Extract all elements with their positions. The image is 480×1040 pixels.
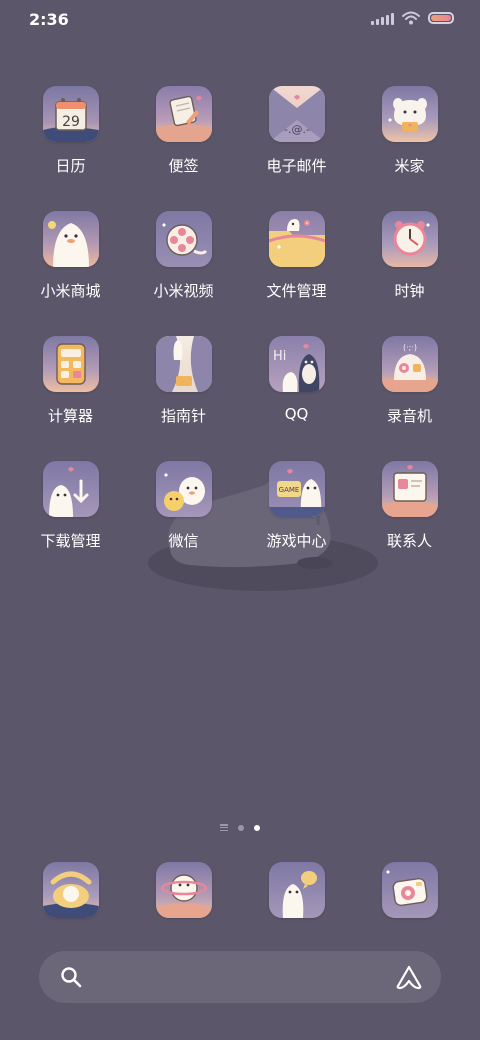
app-label: 录音机 bbox=[386, 407, 432, 425]
app-grid: 29 日历 便签 -.@.- 电子邮件 米家 小米商城 小米视频 文件管理 时钟… bbox=[14, 86, 466, 586]
signal-icon bbox=[371, 11, 394, 25]
file-manager-icon bbox=[268, 211, 325, 267]
wechat-icon bbox=[155, 461, 212, 517]
app-compass[interactable]: 指南针 bbox=[127, 336, 240, 461]
app-game-center[interactable]: GAME 游戏中心 bbox=[240, 461, 353, 586]
app-qq[interactable]: Hi QQ bbox=[240, 336, 353, 461]
mi-video-icon bbox=[155, 211, 212, 267]
messages-icon[interactable] bbox=[268, 862, 325, 918]
battery-icon bbox=[428, 12, 454, 24]
app-label: 时钟 bbox=[394, 282, 425, 300]
app-label: 文件管理 bbox=[266, 282, 327, 300]
calendar-icon: 29 bbox=[42, 86, 99, 142]
browser-icon[interactable] bbox=[155, 862, 212, 918]
app-label: 便签 bbox=[168, 157, 199, 175]
wifi-icon bbox=[402, 11, 420, 25]
battery-level bbox=[431, 15, 451, 21]
app-recorder[interactable]: (·;·) 录音机 bbox=[353, 336, 466, 461]
search-icon bbox=[61, 967, 82, 988]
app-label: 微信 bbox=[168, 532, 199, 550]
clock-icon bbox=[381, 211, 438, 267]
app-calendar[interactable]: 29 日历 bbox=[14, 86, 127, 211]
app-label: QQ bbox=[284, 405, 309, 423]
game-center-icon: GAME bbox=[268, 461, 325, 517]
compass-icon bbox=[155, 336, 212, 392]
status-bar: 2:36 bbox=[0, 0, 480, 40]
mijia-icon bbox=[381, 86, 438, 142]
svg-text:(·;·): (·;·) bbox=[402, 343, 416, 352]
qq-greeting: Hi bbox=[273, 349, 286, 364]
page-dot-2[interactable] bbox=[254, 824, 260, 831]
recorder-icon: (·;·) bbox=[381, 336, 438, 392]
app-label: 日历 bbox=[55, 157, 86, 175]
page-indicator-menu-icon bbox=[220, 824, 228, 831]
email-icon: -.@.- bbox=[268, 86, 325, 142]
app-label: 计算器 bbox=[47, 407, 93, 425]
app-label: 电子邮件 bbox=[266, 157, 327, 175]
contacts-icon bbox=[381, 461, 438, 517]
app-mijia[interactable]: 米家 bbox=[353, 86, 466, 211]
app-downloads[interactable]: 下载管理 bbox=[14, 461, 127, 586]
downloads-icon bbox=[42, 461, 99, 517]
camera-icon[interactable] bbox=[381, 862, 438, 918]
game-badge: GAME bbox=[278, 486, 299, 494]
app-calculator[interactable]: 计算器 bbox=[14, 336, 127, 461]
svg-text:-.@.-: -.@.- bbox=[284, 123, 310, 136]
qq-icon: Hi bbox=[268, 336, 325, 392]
app-label: 小米视频 bbox=[153, 282, 214, 300]
app-label: 下载管理 bbox=[40, 532, 101, 550]
app-label: 小米商城 bbox=[40, 282, 101, 300]
app-label: 指南针 bbox=[160, 407, 206, 425]
app-notes[interactable]: 便签 bbox=[127, 86, 240, 211]
app-email[interactable]: -.@.- 电子邮件 bbox=[240, 86, 353, 211]
app-wechat[interactable]: 微信 bbox=[127, 461, 240, 586]
dock bbox=[14, 862, 466, 918]
phone-icon[interactable] bbox=[42, 862, 99, 918]
app-mi-store[interactable]: 小米商城 bbox=[14, 211, 127, 336]
app-clock[interactable]: 时钟 bbox=[353, 211, 466, 336]
app-file-manager[interactable]: 文件管理 bbox=[240, 211, 353, 336]
search-bar[interactable] bbox=[39, 951, 441, 1003]
app-contacts[interactable]: 联系人 bbox=[353, 461, 466, 586]
app-mi-video[interactable]: 小米视频 bbox=[127, 211, 240, 336]
mi-store-icon bbox=[42, 211, 99, 267]
page-dot-1[interactable] bbox=[238, 824, 244, 831]
status-time: 2:36 bbox=[29, 10, 69, 29]
calculator-icon bbox=[42, 336, 99, 392]
calendar-date: 29 bbox=[62, 114, 80, 130]
app-label: 游戏中心 bbox=[266, 532, 327, 550]
notes-icon bbox=[155, 86, 212, 142]
status-icons bbox=[371, 11, 454, 25]
page-indicator[interactable] bbox=[0, 824, 480, 831]
app-label: 联系人 bbox=[386, 532, 432, 550]
assistant-icon[interactable] bbox=[395, 964, 423, 990]
app-label: 米家 bbox=[394, 157, 425, 175]
